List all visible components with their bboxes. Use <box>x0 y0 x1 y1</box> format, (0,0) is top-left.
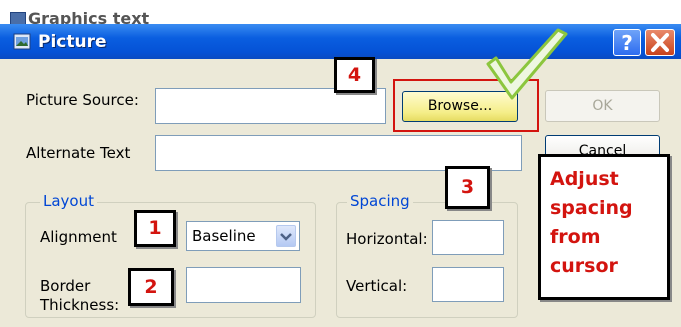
step-2-marker: 2 <box>128 268 174 306</box>
note-line: from <box>550 226 601 248</box>
instruction-note: Adjust spacing from cursor <box>538 154 670 300</box>
border-thickness-label: Border Thickness: <box>40 277 119 315</box>
close-icon <box>651 33 669 52</box>
border-label-line1: Border <box>40 277 91 295</box>
spacing-group-legend: Spacing <box>347 192 413 210</box>
note-line: Adjust <box>550 168 619 190</box>
picture-source-input[interactable] <box>155 88 386 124</box>
step-3-marker: 3 <box>445 166 490 209</box>
picture-source-label: Picture Source: <box>26 91 139 109</box>
close-button[interactable] <box>645 29 675 56</box>
window-icon <box>13 33 31 50</box>
horizontal-spacing-input[interactable] <box>432 220 504 255</box>
step-4-marker: 4 <box>334 57 375 93</box>
step-1-marker: 1 <box>134 210 176 247</box>
border-thickness-input[interactable] <box>186 267 301 303</box>
dropdown-arrow-icon <box>280 233 292 241</box>
layout-group-legend: Layout <box>40 192 97 210</box>
alignment-select[interactable]: Baseline <box>186 221 300 251</box>
note-line: cursor <box>550 255 618 277</box>
vertical-spacing-input[interactable] <box>432 267 504 302</box>
dropdown-button[interactable] <box>276 225 296 247</box>
border-label-line2: Thickness: <box>40 296 120 314</box>
horizontal-label: Horizontal: <box>346 230 428 248</box>
dialog-titlebar: Picture ? <box>0 24 681 59</box>
vertical-label: Vertical: <box>346 277 408 295</box>
help-button[interactable]: ? <box>613 29 641 56</box>
background-window-titlebar: Graphics text <box>0 0 681 26</box>
note-line: spacing <box>550 197 633 219</box>
help-icon: ? <box>621 31 633 55</box>
dialog-title: Picture <box>38 32 107 52</box>
checkmark-icon <box>486 28 568 100</box>
alignment-label: Alignment <box>40 228 117 246</box>
alternate-text-label: Alternate Text <box>26 144 131 162</box>
alignment-select-value: Baseline <box>192 227 256 245</box>
